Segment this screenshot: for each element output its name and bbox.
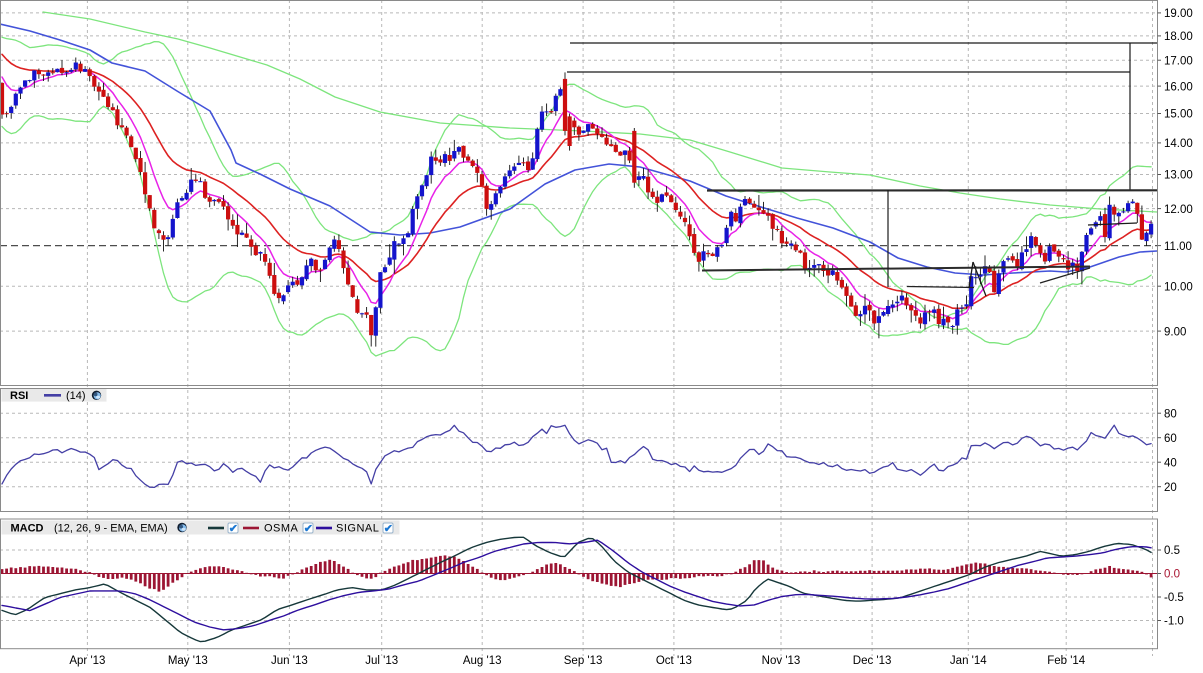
svg-text:12.00: 12.00: [1164, 204, 1193, 216]
svg-text:OSMA: OSMA: [264, 523, 299, 535]
svg-text:80: 80: [1164, 408, 1177, 420]
svg-text:MACD: MACD: [11, 523, 44, 535]
svg-text:Jan '14: Jan '14: [950, 655, 987, 667]
svg-text:SIGNAL: SIGNAL: [336, 523, 379, 535]
svg-text:18.00: 18.00: [1164, 31, 1193, 43]
svg-text:Sep '13: Sep '13: [564, 655, 603, 667]
svg-text:60: 60: [1164, 433, 1177, 445]
svg-text:9.00: 9.00: [1164, 326, 1186, 338]
svg-text:✔: ✔: [304, 523, 313, 535]
svg-text:17.00: 17.00: [1164, 55, 1193, 67]
svg-text:19.00: 19.00: [1164, 8, 1193, 20]
svg-text:15.00: 15.00: [1164, 109, 1193, 121]
svg-text:0.5: 0.5: [1164, 545, 1180, 557]
svg-text:0.0: 0.0: [1164, 569, 1180, 581]
svg-text:11.00: 11.00: [1164, 241, 1192, 253]
svg-text:RSI: RSI: [10, 390, 28, 402]
svg-text:Oct '13: Oct '13: [656, 655, 692, 667]
svg-text:Nov '13: Nov '13: [762, 655, 801, 667]
svg-text:Apr '13: Apr '13: [69, 655, 105, 667]
svg-text:-0.5: -0.5: [1164, 592, 1184, 604]
svg-text:May '13: May '13: [168, 655, 208, 667]
svg-text:13.00: 13.00: [1164, 170, 1193, 182]
svg-text:(12, 26, 9 - EMA, EMA): (12, 26, 9 - EMA, EMA): [54, 523, 168, 535]
svg-text:20: 20: [1164, 482, 1177, 494]
svg-text:Jun '13: Jun '13: [271, 655, 308, 667]
svg-text:40: 40: [1164, 457, 1177, 469]
svg-text:Jul '13: Jul '13: [365, 655, 398, 667]
svg-text:-1.0: -1.0: [1164, 616, 1184, 628]
svg-text:Dec '13: Dec '13: [853, 655, 892, 667]
svg-text:(14): (14): [66, 390, 86, 402]
svg-text:10.00: 10.00: [1164, 281, 1193, 293]
svg-text:Feb '14: Feb '14: [1047, 655, 1086, 667]
svg-text:Aug '13: Aug '13: [463, 655, 502, 667]
svg-text:16.00: 16.00: [1164, 81, 1193, 93]
svg-text:✔: ✔: [229, 523, 238, 535]
svg-text:✔: ✔: [384, 523, 393, 535]
svg-text:14.00: 14.00: [1164, 138, 1193, 150]
